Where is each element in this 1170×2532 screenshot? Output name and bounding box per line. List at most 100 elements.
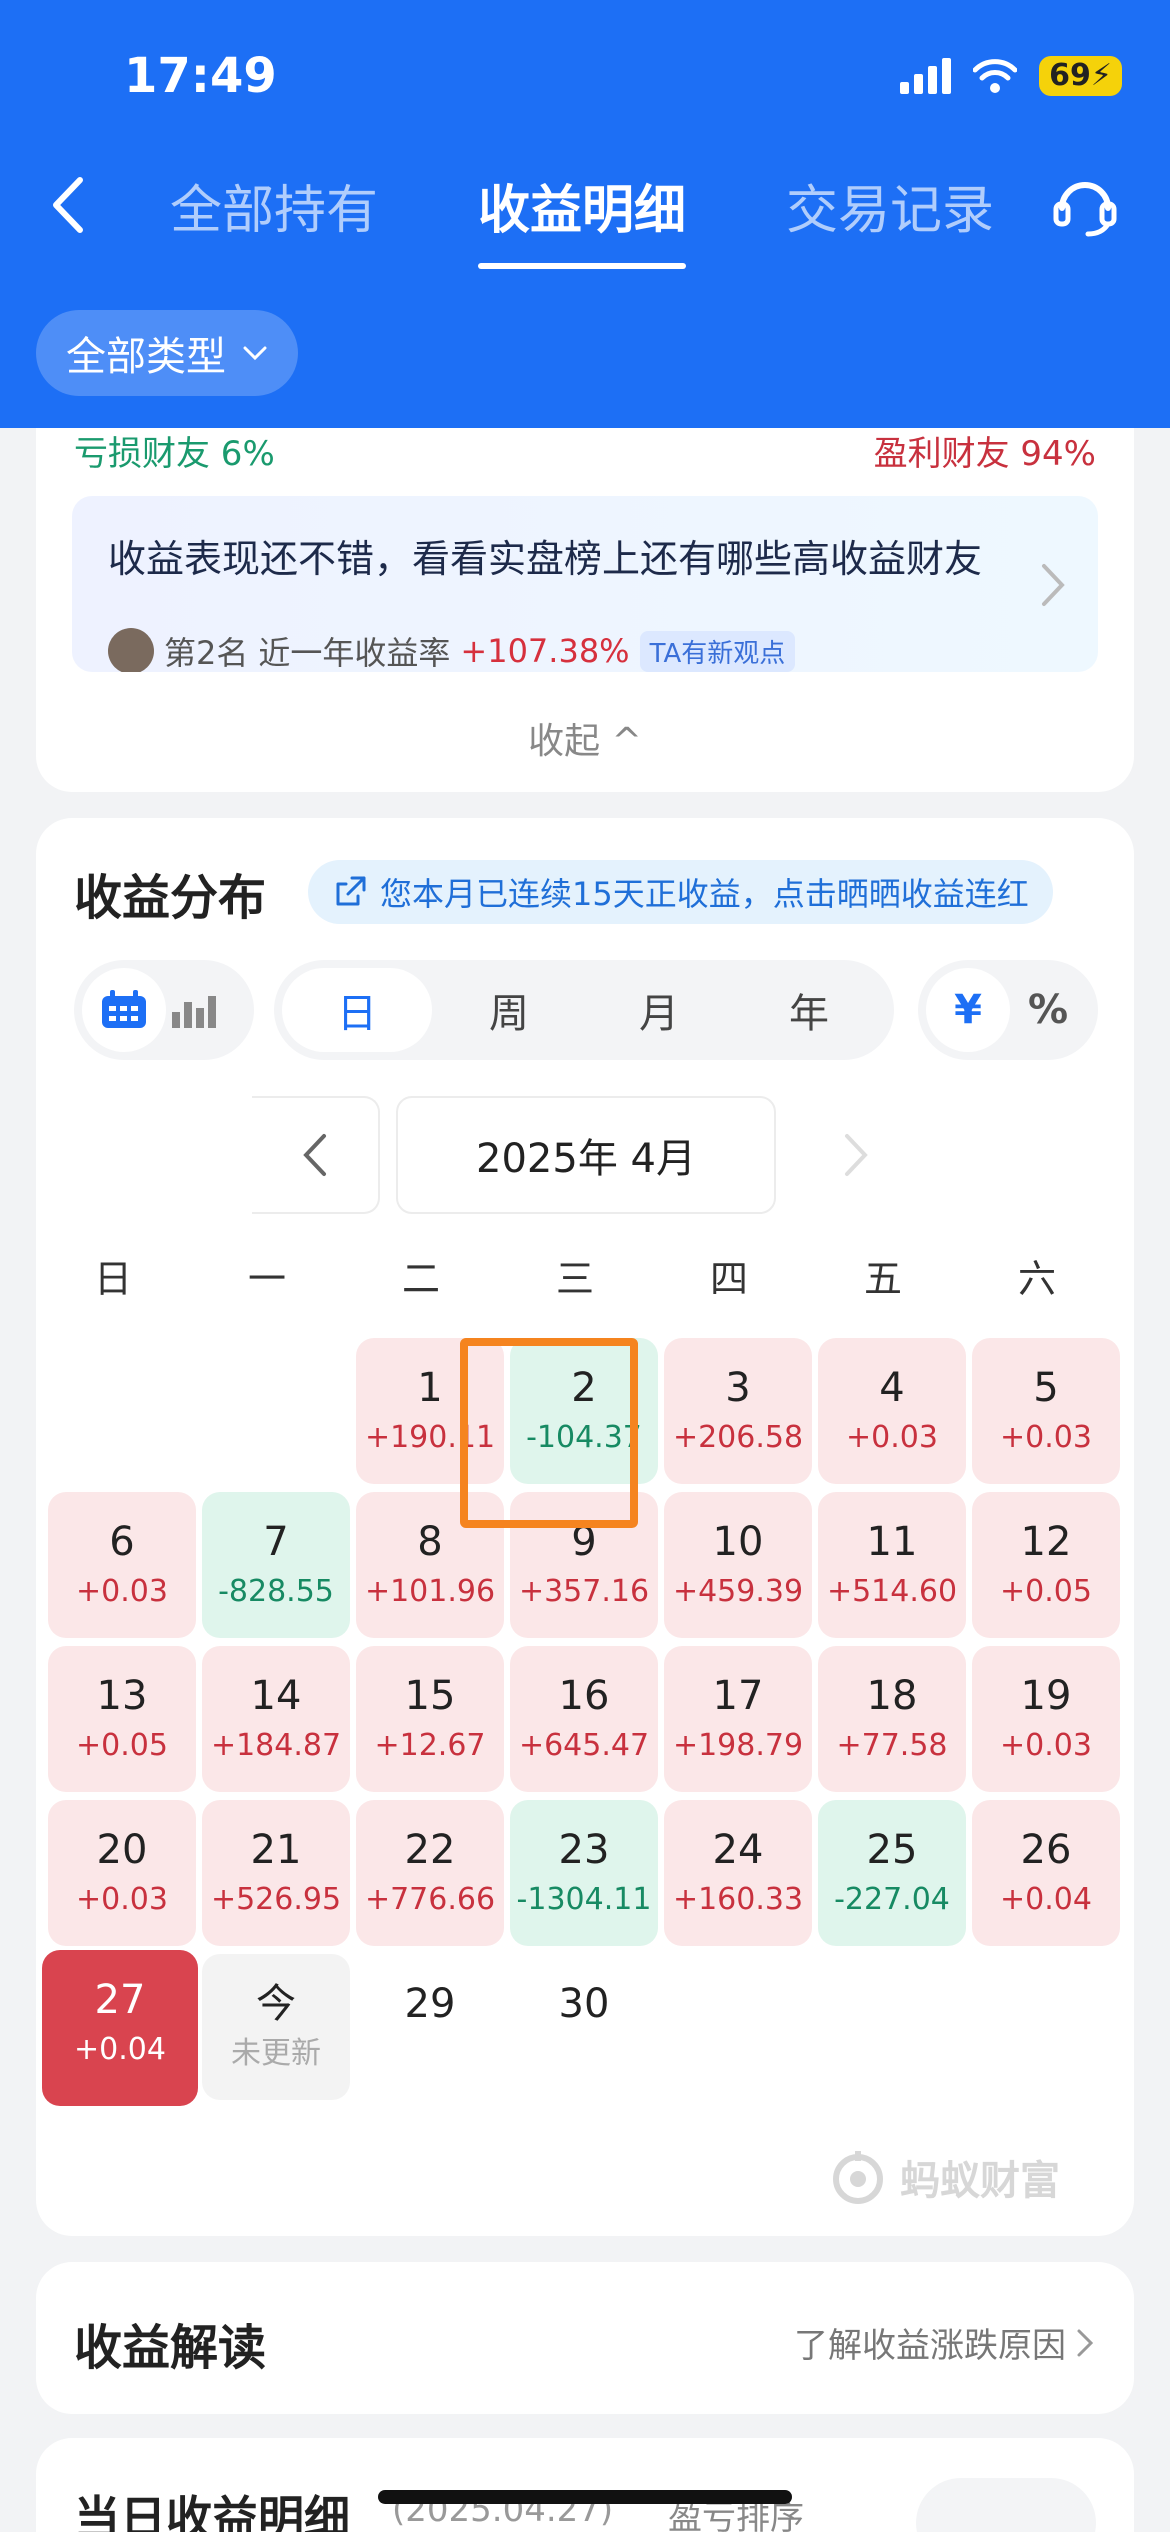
period-month[interactable]: 月 — [584, 968, 734, 1052]
calendar-day[interactable]: 17 +198.79 — [664, 1646, 812, 1792]
day-number: 29 — [404, 1981, 456, 2027]
day-value: +0.03 — [1000, 1728, 1092, 1763]
weekday-wed: 三 — [555, 1257, 594, 1301]
calendar-day[interactable]: 4 +0.03 — [818, 1338, 966, 1484]
streak-share-banner[interactable]: 您本月已连续15天正收益，点击晒晒收益连红 — [308, 860, 1053, 924]
day-value: -1304.11 — [516, 1882, 652, 1917]
calendar-day-today[interactable]: 今未更新 — [202, 1954, 350, 2100]
day-number: 2 — [571, 1365, 597, 1411]
interpretation-link[interactable]: 了解收益涨跌原因 — [794, 2318, 1094, 2367]
weekday-sat: 六 — [1017, 1257, 1056, 1301]
prev-month-button[interactable] — [252, 1096, 380, 1214]
ant-logo-icon — [833, 2151, 883, 2204]
calendar-day-selected[interactable]: 27 +0.04 — [42, 1950, 198, 2106]
calendar-day[interactable]: 21 +526.95 — [202, 1800, 350, 1946]
day-value: +12.67 — [374, 1728, 486, 1763]
day-value: +0.03 — [1000, 1420, 1092, 1455]
day-value: +514.60 — [826, 1574, 958, 1609]
period-day[interactable]: 日 — [282, 968, 432, 1052]
charging-icon: ⚡ — [1090, 58, 1112, 93]
calendar-day[interactable]: 24 +160.33 — [664, 1800, 812, 1946]
calendar-day[interactable]: 7 -828.55 — [202, 1492, 350, 1638]
calendar-day[interactable]: 5 +0.03 — [972, 1338, 1120, 1484]
leaderboard-promo[interactable]: 收益表现还不错，看看实盘榜上还有哪些高收益财友 第2名 近一年收益率 +107.… — [72, 496, 1098, 672]
period-week[interactable]: 周 — [434, 968, 584, 1052]
day-number: 17 — [712, 1673, 764, 1719]
day-number: 3 — [725, 1365, 751, 1411]
calendar-day[interactable]: 11 +514.60 — [818, 1492, 966, 1638]
day-value: -227.04 — [834, 1882, 950, 1917]
day-number: 8 — [417, 1519, 443, 1565]
list-view-toggle[interactable] — [916, 2478, 1096, 2532]
day-value: +206.58 — [672, 1420, 804, 1455]
calendar-day[interactable]: 13 +0.05 — [48, 1646, 196, 1792]
chevron-right-icon — [1042, 564, 1065, 606]
calendar-day[interactable]: 9 +357.16 — [510, 1492, 658, 1638]
calendar-day[interactable]: 8 +101.96 — [356, 1492, 504, 1638]
status-time: 17:49 — [124, 48, 277, 104]
day-value: +0.03 — [846, 1420, 938, 1455]
profit-friends-label: 盈利财友 94% — [873, 434, 1096, 474]
unit-selector: ¥ % — [918, 960, 1098, 1060]
loss-friends-label: 亏损财友 6% — [74, 434, 275, 474]
day-value: +776.66 — [364, 1882, 496, 1917]
rank-tag: TA有新观点 — [639, 630, 796, 672]
calendar-day[interactable]: 1 +190.11 — [356, 1338, 504, 1484]
tab-transactions[interactable]: 交易记录 — [786, 168, 994, 269]
calendar-day[interactable]: 22 +776.66 — [356, 1800, 504, 1946]
tab-earnings-detail[interactable]: 收益明细 — [478, 168, 687, 269]
section-title: 收益分布 — [74, 870, 267, 926]
day-value: 未更新 — [231, 2036, 321, 2071]
calendar-day[interactable]: 23 -1304.11 — [510, 1800, 658, 1946]
section-title: 收益解读 — [74, 2320, 267, 2376]
calendar-day[interactable]: 10 +459.39 — [664, 1492, 812, 1638]
calendar-day[interactable]: 19 +0.03 — [972, 1646, 1120, 1792]
day-value: +357.16 — [518, 1574, 650, 1609]
calendar-day[interactable]: 6 +0.03 — [48, 1492, 196, 1638]
calendar-day[interactable]: 30 — [510, 1954, 658, 2100]
day-value: +190.11 — [364, 1420, 496, 1455]
calendar-day[interactable]: 20 +0.03 — [48, 1800, 196, 1946]
bar-view-button[interactable] — [152, 968, 236, 1052]
day-value: +184.87 — [210, 1728, 342, 1763]
type-filter-dropdown[interactable]: 全部类型 — [36, 310, 298, 396]
calendar-day[interactable]: 14 +184.87 — [202, 1646, 350, 1792]
unit-amount[interactable]: ¥ — [926, 968, 1010, 1052]
calendar-day[interactable]: 15 +12.67 — [356, 1646, 504, 1792]
day-value: -104.37 — [526, 1420, 642, 1455]
period-year[interactable]: 年 — [734, 968, 884, 1052]
day-number: 30 — [558, 1981, 610, 2027]
status-icons: 69⚡ — [900, 56, 1122, 96]
earnings-interpretation-card[interactable]: 收益解读 了解收益涨跌原因 — [36, 2262, 1134, 2414]
day-value: +160.33 — [672, 1882, 804, 1917]
day-number: 1 — [417, 1365, 443, 1411]
next-month-button[interactable] — [816, 1096, 896, 1214]
calendar-day[interactable]: 2 -104.37 — [510, 1338, 658, 1484]
tab-holdings[interactable]: 全部持有 — [170, 168, 378, 269]
calendar-day[interactable]: 16 +645.47 — [510, 1646, 658, 1792]
day-number: 18 — [866, 1673, 918, 1719]
collapse-button[interactable]: 收起 ^ — [36, 712, 1134, 764]
chevron-right-icon — [845, 1134, 868, 1176]
day-value: +0.03 — [76, 1882, 168, 1917]
day-number: 15 — [404, 1673, 456, 1719]
customer-service-icon[interactable] — [1050, 170, 1120, 240]
day-value: +459.39 — [672, 1574, 804, 1609]
back-icon[interactable] — [40, 170, 100, 240]
calendar-day[interactable]: 12 +0.05 — [972, 1492, 1120, 1638]
weekday-mon: 一 — [247, 1257, 286, 1301]
day-value: +0.04 — [1000, 1882, 1092, 1917]
calendar-day[interactable]: 29 — [356, 1954, 504, 2100]
calendar-day[interactable]: 25 -227.04 — [818, 1800, 966, 1946]
day-number: 11 — [866, 1519, 918, 1565]
calendar-day[interactable]: 26 +0.04 — [972, 1800, 1120, 1946]
collapse-label: 收起 — [528, 721, 601, 762]
day-number: 9 — [571, 1519, 597, 1565]
calendar-day[interactable]: 18 +77.58 — [818, 1646, 966, 1792]
unit-percent[interactable]: % — [1006, 968, 1090, 1052]
calendar-day[interactable]: 3 +206.58 — [664, 1338, 812, 1484]
chevron-down-icon — [243, 346, 267, 361]
day-number: 26 — [1020, 1827, 1072, 1873]
home-indicator — [378, 2490, 792, 2504]
day-value: +0.04 — [74, 2032, 166, 2067]
